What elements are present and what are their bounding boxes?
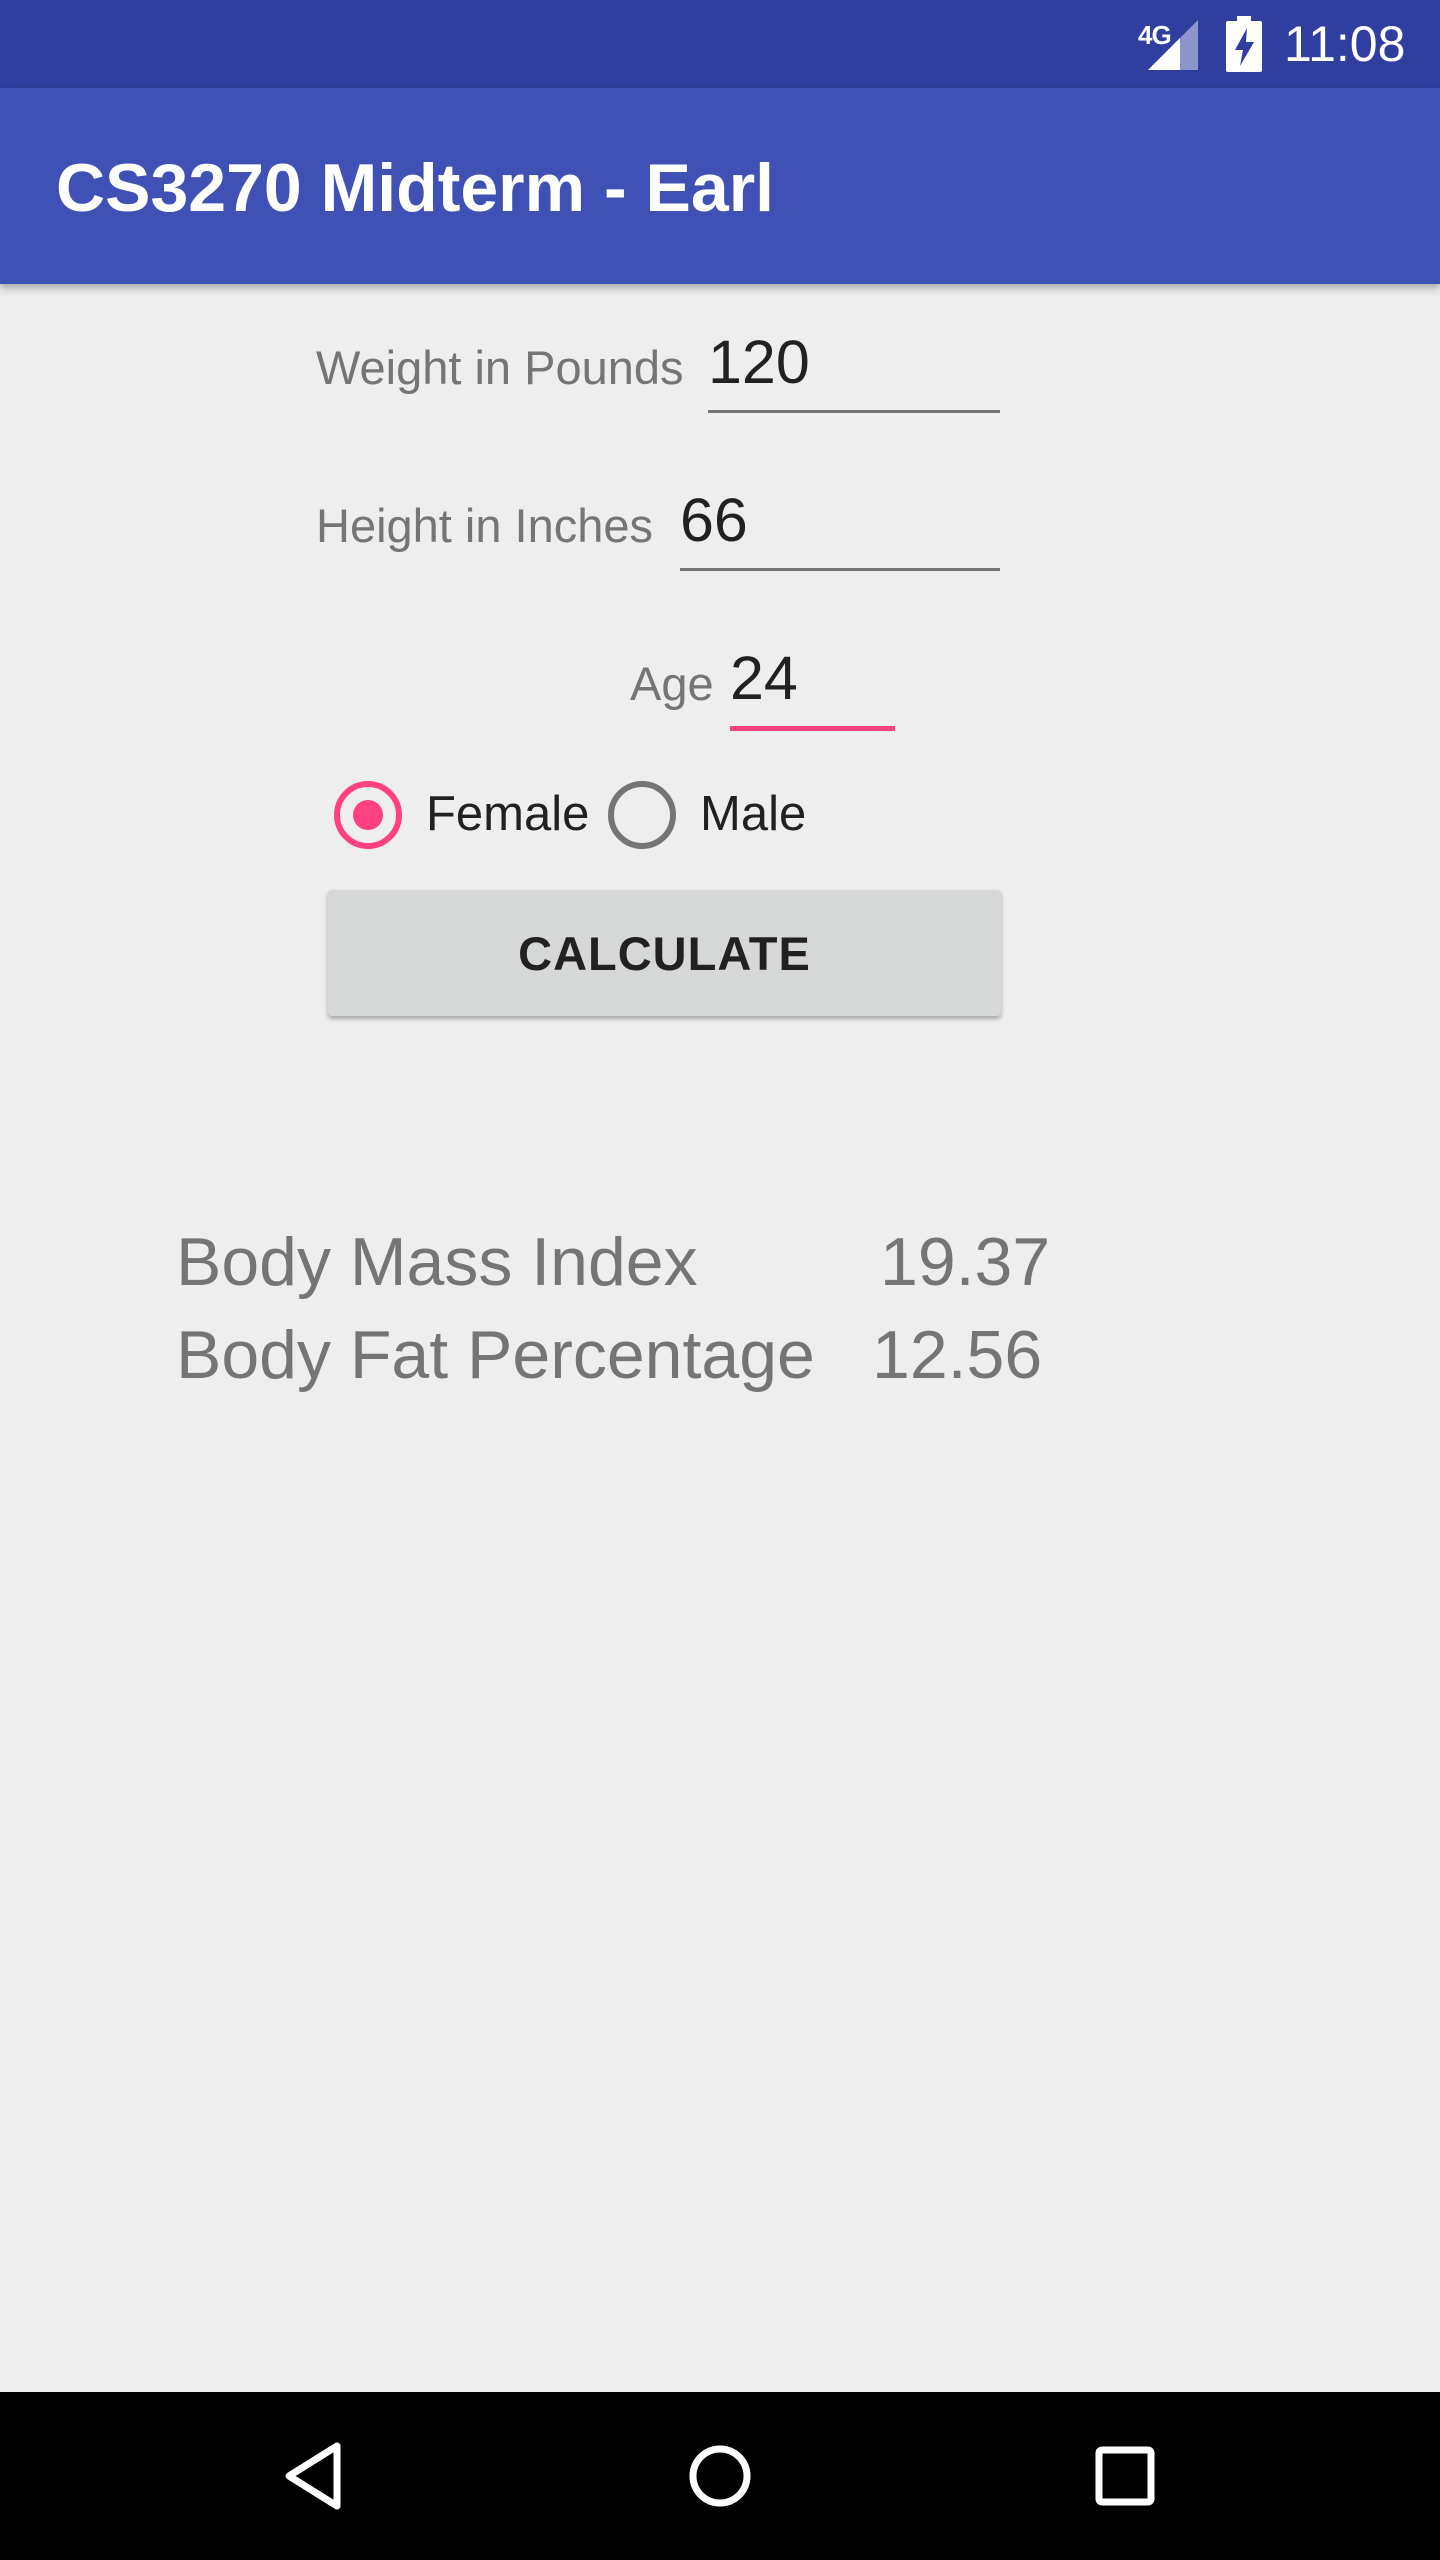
body-fat-label: Body Fat Percentage xyxy=(176,1317,815,1393)
bmi-label: Body Mass Index xyxy=(176,1224,698,1300)
page-title: CS3270 Midterm - Earl xyxy=(56,150,775,226)
navigation-bar xyxy=(0,2392,1440,2560)
male-label: Male xyxy=(700,787,807,841)
clock: 11:08 xyxy=(1284,16,1406,72)
age-input[interactable]: 24 xyxy=(730,642,895,731)
radio-dot xyxy=(353,800,383,830)
calculate-button[interactable]: CALCULATE xyxy=(328,890,1001,1016)
radio-unchecked-icon xyxy=(608,781,676,849)
gender-radio-group: Female Male xyxy=(334,770,834,860)
weight-label: Weight in Pounds xyxy=(316,341,684,394)
weight-input[interactable]: 120 xyxy=(708,326,1000,413)
battery-charging-icon xyxy=(1226,16,1262,72)
height-label: Height in Inches xyxy=(316,499,654,552)
recents-icon[interactable] xyxy=(1085,2436,1165,2516)
body-fat-value: 12.56 xyxy=(872,1317,1043,1393)
app-bar: CS3270 Midterm - Earl xyxy=(0,88,1440,284)
female-label: Female xyxy=(426,787,590,841)
height-input[interactable]: 66 xyxy=(680,484,1000,571)
female-radio[interactable]: Female xyxy=(334,770,594,860)
network-type-label: 4G xyxy=(1138,20,1172,50)
age-label: Age xyxy=(630,657,714,710)
status-bar: 4G 11:08 xyxy=(0,0,1440,88)
home-icon[interactable] xyxy=(680,2436,760,2516)
male-radio[interactable]: Male xyxy=(608,770,828,860)
bmi-value: 19.37 xyxy=(880,1224,1051,1300)
radio-checked-icon xyxy=(334,781,402,849)
back-icon[interactable] xyxy=(275,2436,355,2516)
